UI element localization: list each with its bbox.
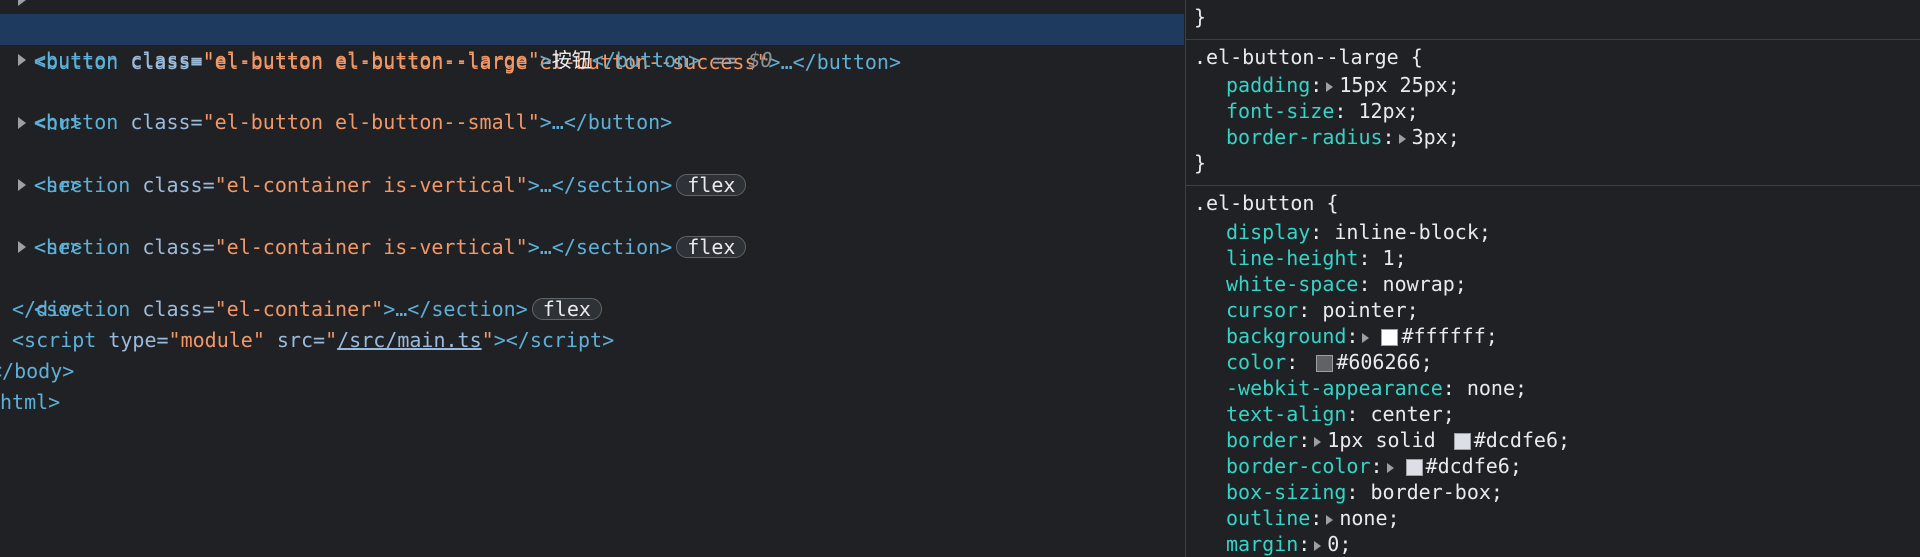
expand-triangle-icon[interactable] bbox=[1386, 462, 1394, 473]
style-prop-line-height[interactable]: line-height: 1; bbox=[1226, 245, 1407, 271]
color-swatch-icon[interactable] bbox=[1316, 355, 1334, 372]
expand-triangle-icon[interactable] bbox=[1362, 332, 1370, 343]
style-prop-white-space[interactable]: white-space: nowrap; bbox=[1226, 271, 1467, 297]
dom-node-section-vertical[interactable]: <section class="el-container is-vertical… bbox=[0, 170, 1184, 259]
dom-node-hr[interactable]: <hr> bbox=[0, 201, 1184, 259]
expand-triangle-icon[interactable] bbox=[1314, 540, 1322, 551]
style-prop-outline[interactable]: outline: none; bbox=[1226, 505, 1400, 531]
dom-node-button-large-selected[interactable]: <button class="el-button el-button--larg… bbox=[0, 14, 1184, 72]
expand-triangle-icon[interactable] bbox=[1398, 133, 1406, 144]
expand-triangle-icon[interactable] bbox=[18, 179, 26, 191]
styles-panel: } .el-button--large { padding: 15px 25px;… bbox=[1185, 0, 1920, 557]
style-prop-border[interactable]: border: 1px solid #dcdfe6; bbox=[1226, 427, 1570, 453]
rule-selector-el-button[interactable]: .el-button { bbox=[1194, 190, 1339, 216]
rule-close-brace: } bbox=[1194, 5, 1207, 29]
expand-triangle-icon[interactable] bbox=[1314, 436, 1322, 447]
dom-node-body-close[interactable]: </body> bbox=[0, 325, 1184, 383]
dom-node-button-small[interactable]: <button class="el-button el-button--smal… bbox=[0, 45, 1184, 134]
style-prop-text-align[interactable]: text-align: center; bbox=[1226, 401, 1455, 427]
rule-close-brace: } bbox=[1194, 151, 1207, 175]
rule-selector-el-button-large[interactable]: .el-button--large { bbox=[1194, 44, 1423, 70]
dom-node-hr[interactable]: <hr> bbox=[0, 77, 1184, 135]
style-prop-cursor[interactable]: cursor: pointer; bbox=[1226, 297, 1419, 323]
style-prop-webkit-appearance[interactable]: -webkit-appearance: none; bbox=[1226, 375, 1527, 401]
expand-triangle-icon[interactable] bbox=[18, 0, 26, 6]
dom-node-div-close[interactable]: </div> bbox=[0, 263, 1184, 321]
color-swatch-icon[interactable] bbox=[1381, 329, 1399, 346]
dom-node-section-container[interactable]: <section class="el-container">…</section… bbox=[0, 232, 1184, 321]
style-prop-box-sizing[interactable]: box-sizing: border-box; bbox=[1226, 479, 1503, 505]
expand-triangle-icon[interactable] bbox=[18, 54, 26, 66]
expand-triangle-icon[interactable] bbox=[1326, 514, 1334, 525]
style-prop-font-size[interactable]: font-size: 12px; bbox=[1226, 98, 1419, 124]
expand-triangle-icon[interactable] bbox=[1326, 81, 1334, 92]
style-prop-border-color[interactable]: border-color: #dcdfe6; bbox=[1226, 453, 1522, 479]
expand-triangle-icon[interactable] bbox=[18, 241, 26, 253]
style-prop-margin[interactable]: margin: 0; bbox=[1226, 531, 1351, 557]
rule-divider bbox=[1186, 185, 1920, 186]
expand-triangle-icon[interactable] bbox=[18, 117, 26, 129]
devtools-window: <button class="el-button el-button--larg… bbox=[0, 0, 1920, 557]
style-prop-background[interactable]: background: #ffffff; bbox=[1226, 323, 1498, 349]
style-prop-color[interactable]: color: #606266; bbox=[1226, 349, 1433, 375]
style-prop-padding[interactable]: padding: 15px 25px; bbox=[1226, 72, 1460, 98]
dom-node-script[interactable]: <script type="module" src="/src/main.ts"… bbox=[0, 294, 1184, 352]
style-prop-border-radius[interactable]: border-radius: 3px; bbox=[1226, 124, 1460, 150]
color-swatch-icon[interactable] bbox=[1453, 433, 1471, 450]
style-prop-display[interactable]: display: inline-block; bbox=[1226, 219, 1491, 245]
elements-panel: <button class="el-button el-button--larg… bbox=[0, 0, 1184, 557]
color-swatch-icon[interactable] bbox=[1405, 459, 1423, 476]
rule-divider bbox=[1186, 39, 1920, 40]
dom-node-hr[interactable]: <hr> bbox=[0, 139, 1184, 197]
dom-node-html-close[interactable]: html> bbox=[0, 356, 1184, 414]
dom-node-section-vertical[interactable]: <section class="el-container is-vertical… bbox=[0, 108, 1184, 197]
